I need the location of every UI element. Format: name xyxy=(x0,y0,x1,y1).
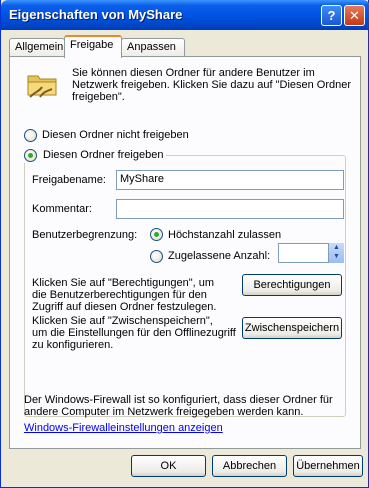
ok-button[interactable]: OK xyxy=(131,455,206,477)
intro-text: Sie können diesen Ordner für andere Benu… xyxy=(72,67,352,103)
spin-up-icon[interactable]: ▲ xyxy=(329,243,344,252)
intro-line: freigeben". xyxy=(72,91,125,103)
intro-line: Sie können diesen Ordner für andere Benu… xyxy=(72,67,315,79)
user-limit-label: Benutzerbegrenzung: xyxy=(32,229,138,241)
limit-allowed-label[interactable]: Zugelassene Anzahl: xyxy=(168,250,270,262)
share-option-wrap: Diesen Ordner freigeben xyxy=(21,147,167,163)
window-title: Eigenschaften von MyShare xyxy=(9,7,183,22)
permissions-text-line: Klicken Sie auf "Berechtigungen", um xyxy=(32,277,215,289)
tab-strip: Allgemein Freigabe Anpassen xyxy=(9,35,361,58)
tab-customize[interactable]: Anpassen xyxy=(121,38,185,57)
permissions-text-line: Zugriff auf diesen Ordner festzulegen. xyxy=(32,301,217,313)
caching-button[interactable]: Zwischenspeichern xyxy=(242,317,342,339)
firewall-text: Der Windows-Firewall ist so konfiguriert… xyxy=(24,394,333,418)
permissions-text-line: die Benutzerberechtigungen für den xyxy=(32,289,207,301)
cancel-button[interactable]: Abbrechen xyxy=(212,455,287,477)
share-name-label: Freigabename: xyxy=(32,174,106,186)
share-label[interactable]: Diesen Ordner freigeben xyxy=(43,149,163,161)
tab-sharing[interactable]: Freigabe xyxy=(64,35,122,58)
help-icon: ? xyxy=(327,8,336,23)
close-icon: ✕ xyxy=(349,7,360,23)
share-name-input[interactable]: MyShare xyxy=(116,170,344,190)
limit-allowed-radio[interactable] xyxy=(150,250,163,263)
limit-max-label[interactable]: Höchstanzahl zulassen xyxy=(168,229,281,241)
intro-line: Netzwerk freigeben. Klicken Sie dazu auf… xyxy=(72,79,352,91)
comment-label: Kommentar: xyxy=(32,203,92,215)
not-share-radio[interactable] xyxy=(24,129,37,142)
permissions-text: Klicken Sie auf "Berechtigungen", um die… xyxy=(32,277,216,313)
caching-text-line: zu konfigurieren. xyxy=(32,339,114,351)
title-bar[interactable]: Eigenschaften von MyShare ? ✕ xyxy=(1,0,369,30)
firewall-settings-link[interactable]: Windows-Firewalleinstellungen anzeigen xyxy=(24,422,223,434)
apply-button[interactable]: Übernehmen xyxy=(293,455,363,477)
caching-text-line: Klicken Sie auf "Zwischenspeichern", xyxy=(32,315,213,327)
share-radio[interactable] xyxy=(24,149,37,162)
tab-general[interactable]: Allgemein xyxy=(9,38,65,57)
not-share-label[interactable]: Diesen Ordner nicht freigeben xyxy=(42,129,189,141)
allowed-count-spinner[interactable]: ▲ ▼ xyxy=(328,243,344,263)
comment-input[interactable] xyxy=(116,199,344,219)
shared-folder-icon xyxy=(27,75,57,98)
spin-down-icon[interactable]: ▼ xyxy=(329,252,344,261)
caching-text: Klicken Sie auf "Zwischenspeichern", um … xyxy=(32,315,236,351)
permissions-button[interactable]: Berechtigungen xyxy=(242,274,342,296)
caching-text-line: um die Einstellungen für den Offlinezugr… xyxy=(32,327,236,339)
firewall-text-line: andere Computer im Netzwerk freigegeben … xyxy=(24,406,304,418)
firewall-text-line: Der Windows-Firewall ist so konfiguriert… xyxy=(24,394,333,406)
properties-dialog: Eigenschaften von MyShare ? ✕ Allgemein … xyxy=(0,0,369,488)
help-button[interactable]: ? xyxy=(321,5,342,26)
limit-max-radio[interactable] xyxy=(150,228,163,241)
sharing-panel: Sie können diesen Ordner für andere Benu… xyxy=(9,56,361,449)
close-button[interactable]: ✕ xyxy=(344,5,365,26)
